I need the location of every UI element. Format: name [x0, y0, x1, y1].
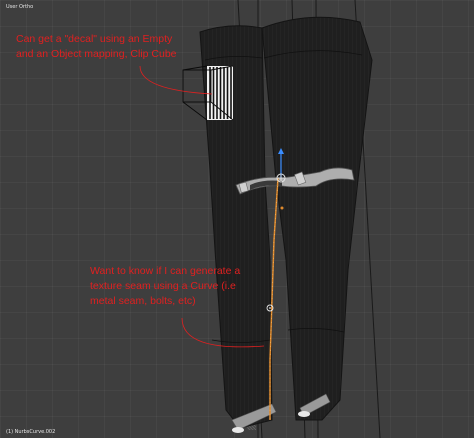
toe-cap-left — [232, 427, 244, 433]
decal-annotation: Can get a "decal" using an Empty and an … — [16, 32, 276, 62]
decal-note-line: Can get a "decal" using an Empty — [16, 33, 173, 45]
scene-canvas[interactable] — [0, 0, 474, 438]
active-object-label: (1) NurbsCurve.002 — [6, 429, 56, 435]
seam-note-line: Want to know if I can generate a — [90, 265, 241, 277]
mesh-leg-right[interactable] — [261, 16, 373, 421]
empty-origin-icon[interactable] — [280, 206, 284, 210]
decal-note-line: and an Object mapping, Clip Cube — [16, 48, 177, 60]
seam-note-line: metal seam, bolts, etc) — [90, 295, 196, 307]
seam-note-line: texture seam using a Curve (i.e — [90, 280, 236, 292]
seam-annotation: Want to know if I can generate a texture… — [90, 264, 290, 309]
view-mode-label: User Ortho — [6, 4, 34, 10]
3d-viewport[interactable]: User Ortho (1) NurbsCurve.002 Can get a … — [0, 0, 474, 438]
toe-cap-right — [298, 411, 310, 417]
